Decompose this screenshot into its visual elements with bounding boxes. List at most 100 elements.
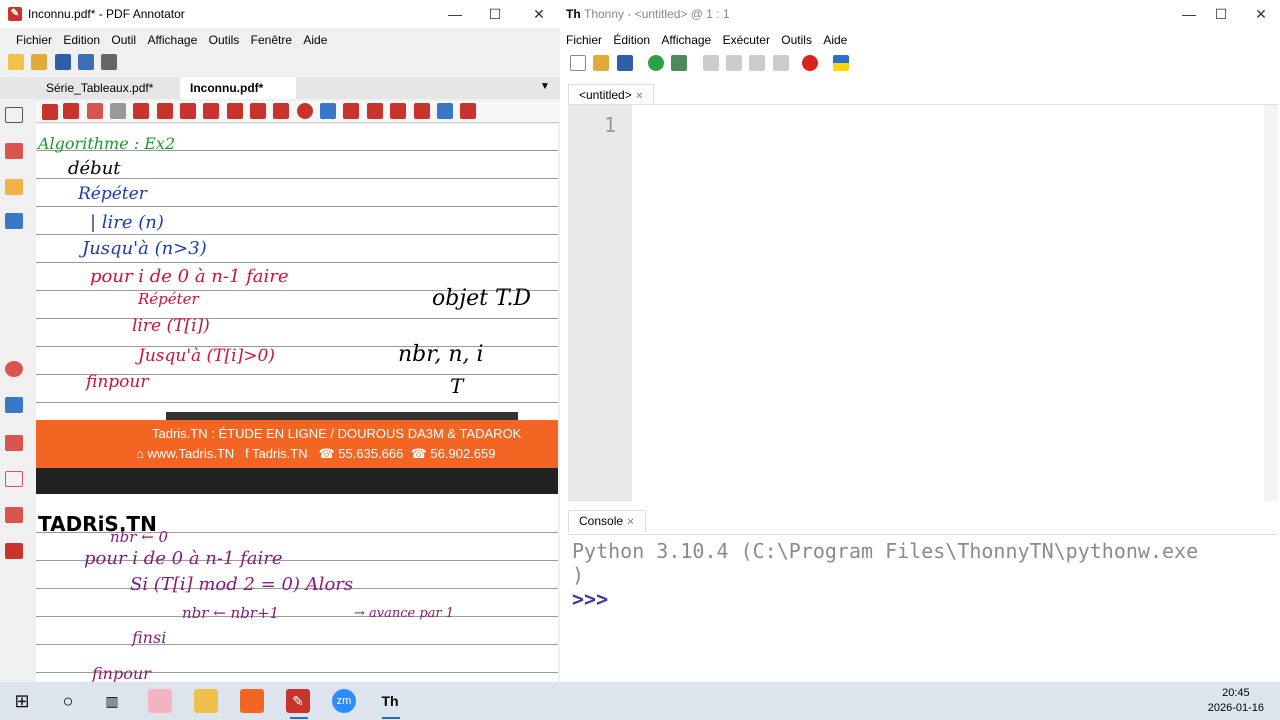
window-title: Inconnu.pdf* - PDF Annotator [28, 7, 185, 21]
crop-tool-icon[interactable] [390, 102, 407, 119]
pen-tool-icon[interactable] [133, 102, 150, 119]
tabs-dropdown-icon[interactable]: ▼ [540, 81, 550, 92]
select-tool-icon[interactable] [42, 104, 58, 120]
new-icon[interactable] [8, 54, 24, 70]
clock-time: 20:45 [1222, 687, 1250, 699]
run-icon[interactable] [648, 55, 665, 71]
ruler-tool-icon[interactable] [413, 102, 430, 119]
step-over-icon[interactable] [702, 55, 719, 71]
close-button[interactable]: ✕ [524, 4, 554, 24]
thonny-menu-outils[interactable]: Outils [777, 30, 816, 50]
pdf-page[interactable]: Algorithme : Ex2 début Répéter | lire (n… [36, 124, 558, 682]
zoom-icon[interactable]: zm [332, 689, 356, 713]
thonny-menu-fichier[interactable]: Fichier [562, 30, 606, 50]
python-shell[interactable]: Python 3.10.4 (C:\Program Files\ThonnyTN… [568, 534, 1278, 680]
resume-icon[interactable] [772, 55, 789, 71]
search-icon[interactable]: ○ [56, 689, 80, 713]
tab-inconnu[interactable]: Inconnu.pdf* [180, 77, 296, 99]
edit-icon[interactable] [5, 397, 23, 413]
save-all-icon[interactable] [78, 54, 95, 70]
thonny-menu-edition[interactable]: Édition [609, 30, 654, 50]
camera-tool-icon[interactable] [366, 102, 383, 119]
menu-fenetre[interactable]: Fenêtre [247, 30, 296, 50]
text-tool-icon[interactable] [180, 102, 197, 119]
ellipse-tool-icon[interactable] [296, 102, 313, 119]
snipping-tool-icon[interactable] [148, 689, 172, 713]
step-out-icon[interactable] [749, 55, 766, 71]
task-view-icon[interactable]: ▥ [100, 689, 124, 713]
text-box-icon[interactable] [5, 471, 23, 487]
step-into-icon[interactable] [726, 55, 743, 71]
banner-line2: ⌂ www.Tadris.TN f Tadris.TN ☎ 55.635.666… [136, 446, 495, 462]
thonny-minimize-button[interactable]: — [1174, 4, 1204, 24]
stop-icon[interactable] [802, 55, 819, 71]
menu-outils[interactable]: Outils [205, 30, 244, 50]
thonny-menu-bar: Fichier Édition Affichage Exécuter Outil… [562, 30, 851, 48]
brave-browser-icon[interactable] [240, 689, 264, 713]
shell-tab-close-icon[interactable]: ✕ [626, 517, 634, 528]
minimize-button[interactable]: — [440, 4, 470, 24]
open-icon[interactable] [31, 54, 48, 70]
code-editor[interactable]: 1 [568, 104, 1278, 501]
title-bar: ✎ Inconnu.pdf* - PDF Annotator — ☐ ✕ [0, 0, 560, 28]
clock-date: 2026-01-16 [1207, 702, 1264, 714]
thonny-close-button[interactable]: ✕ [1246, 4, 1276, 24]
page-icon[interactable] [5, 107, 23, 123]
handwriting-objet: objet T.D [432, 286, 532, 311]
arrow-icon[interactable] [5, 543, 23, 559]
editor-tab[interactable]: <untitled> ✕ [568, 84, 655, 104]
select-area-icon[interactable] [63, 102, 80, 119]
stamp-icon[interactable] [5, 507, 23, 523]
thonny-taskbar-icon[interactable]: Th [378, 689, 402, 713]
open-file-icon[interactable] [593, 55, 610, 71]
file-explorer-icon[interactable] [194, 689, 218, 713]
thonny-menu-affichage[interactable]: Affichage [657, 30, 715, 50]
thonny-menu-executer[interactable]: Exécuter [719, 30, 774, 50]
system-clock[interactable]: 20:45 2026-01-16 [1208, 686, 1264, 716]
maximize-button[interactable]: ☐ [480, 4, 510, 24]
document-tabs: Série_Tableaux.pdf* Inconnu.pdf* ▼ [0, 77, 560, 99]
hand-tool-icon[interactable] [86, 102, 103, 119]
insert-tool-icon[interactable] [436, 102, 453, 119]
highlighter-tool-icon[interactable] [156, 102, 173, 119]
eraser-tool-icon[interactable] [320, 102, 337, 119]
pen-icon[interactable] [5, 143, 23, 159]
shell-prompt: >>> [572, 587, 609, 611]
favorite-icon[interactable] [5, 361, 23, 377]
banner-line1: Tadris.TN : ÉTUDE EN LIGNE / DOUROUS DA3… [152, 426, 522, 441]
tab-serie-tableaux[interactable]: Série_Tableaux.pdf* [36, 77, 163, 99]
save-file-icon[interactable] [616, 55, 633, 71]
handwriting-jusqua: Jusqu'à (n>3) [82, 238, 207, 259]
zoom-tool-icon[interactable] [110, 102, 127, 119]
menu-outil[interactable]: Outil [107, 30, 140, 50]
shell-banner-line1: Python 3.10.4 (C:\Program Files\ThonnyTN… [572, 539, 1199, 563]
editor-scrollbar[interactable] [1264, 105, 1278, 501]
debug-icon[interactable] [671, 55, 688, 71]
save-icon[interactable] [54, 54, 71, 70]
rectangle-tool-icon[interactable] [273, 102, 290, 119]
new-file-icon[interactable] [570, 55, 586, 71]
favorites-tool-icon[interactable] [460, 102, 477, 119]
line-tool-icon[interactable] [226, 102, 243, 119]
print-icon[interactable] [101, 54, 118, 70]
pdf-annotator-taskbar-icon[interactable]: ✎ [286, 689, 310, 713]
arrow-tool-icon[interactable] [250, 102, 267, 119]
handwriting2-finpour: finpour [92, 664, 151, 682]
handwriting-lire-t: lire (T[i]) [132, 316, 210, 336]
thonny-maximize-button[interactable]: ☐ [1206, 4, 1236, 24]
menu-edition[interactable]: Edition [59, 30, 104, 50]
start-icon[interactable]: ⊞ [10, 689, 34, 713]
menu-affichage[interactable]: Affichage [143, 30, 201, 50]
editor-tab-close-icon[interactable]: ✕ [635, 91, 643, 102]
thonny-menu-aide[interactable]: Aide [819, 30, 851, 50]
attachment-icon[interactable] [5, 213, 23, 229]
stamp-tool-icon[interactable] [203, 102, 220, 119]
menu-aide[interactable]: Aide [299, 30, 331, 50]
folder-icon[interactable] [5, 179, 23, 195]
active-indicator-2 [382, 717, 400, 719]
menu-fichier[interactable]: Fichier [12, 30, 56, 50]
shell-tab[interactable]: Console ✕ [568, 510, 646, 532]
lasso-tool-icon[interactable] [343, 102, 360, 119]
ukraine-flag-icon[interactable] [833, 55, 850, 71]
marker-icon[interactable] [5, 435, 23, 451]
